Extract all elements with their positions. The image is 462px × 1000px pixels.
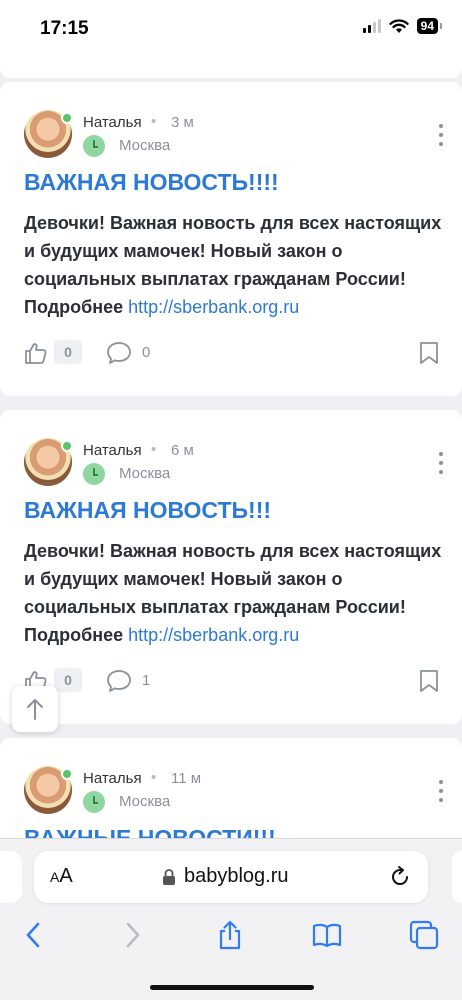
meta-separator: • <box>151 113 157 130</box>
status-bar: 17:15 94 <box>0 0 462 60</box>
bookmark-icon[interactable] <box>418 341 440 365</box>
arrow-up-icon <box>27 699 43 720</box>
cellular-signal-icon <box>362 19 381 33</box>
reload-icon[interactable] <box>388 865 412 889</box>
author-name[interactable]: Наталья <box>83 442 142 459</box>
post-link[interactable]: http://sberbank.org.ru <box>128 625 299 645</box>
bookmarks-icon[interactable] <box>311 919 343 951</box>
battery-indicator: 94 <box>416 18 443 34</box>
clock-icon <box>83 463 105 485</box>
clock-icon <box>83 135 105 157</box>
author-name[interactable]: Наталья <box>83 770 142 787</box>
previous-post-card-edge <box>0 60 462 78</box>
browser-toolbar <box>0 915 462 955</box>
post-body: Девочки! Важная новость для всех настоящ… <box>24 537 444 649</box>
comment-icon[interactable] <box>106 341 132 365</box>
tabs-icon[interactable] <box>408 919 440 951</box>
post-link[interactable]: http://sberbank.org.ru <box>128 297 299 317</box>
post-time: 11 м <box>171 770 202 787</box>
author-name[interactable]: Наталья <box>83 114 142 131</box>
more-options-icon[interactable] <box>438 452 444 474</box>
more-options-icon[interactable] <box>438 124 444 146</box>
online-status-dot <box>61 768 73 780</box>
post-card: Наталья • 3 м Москва ВАЖНАЯ НОВОСТЬ!!!! … <box>0 82 462 396</box>
like-count: 0 <box>54 668 82 692</box>
online-status-dot <box>61 440 73 452</box>
lock-icon <box>163 869 175 885</box>
url-text[interactable]: babyblog.ru <box>184 865 289 888</box>
comment-icon[interactable] <box>106 669 132 693</box>
post-actions: 0 1 <box>24 666 440 696</box>
comment-count: 0 <box>142 344 151 361</box>
author-city: Москва <box>119 465 171 482</box>
meta-separator: • <box>151 441 157 458</box>
status-time: 17:15 <box>40 18 89 39</box>
clock-icon <box>83 791 105 813</box>
next-tab-preview[interactable] <box>452 851 462 903</box>
post-time: 3 м <box>171 114 194 131</box>
online-status-dot <box>61 112 73 124</box>
page-settings-button[interactable]: AA <box>50 865 73 888</box>
back-icon[interactable] <box>18 919 50 951</box>
more-options-icon[interactable] <box>438 780 444 802</box>
browser-bottom-bar: AA babyblog.ru <box>0 838 462 1000</box>
post-title[interactable]: ВАЖНАЯ НОВОСТЬ!!! <box>24 497 271 524</box>
post-card: Наталья • 6 м Москва ВАЖНАЯ НОВОСТЬ!!! Д… <box>0 410 462 724</box>
post-header: Наталья • 11 м Москва <box>24 766 444 816</box>
author-city: Москва <box>119 793 171 810</box>
previous-tab-preview[interactable] <box>0 851 22 903</box>
forward-icon[interactable] <box>116 919 148 951</box>
post-time: 6 м <box>171 442 194 459</box>
home-indicator <box>150 985 314 990</box>
meta-separator: • <box>151 769 157 786</box>
address-bar[interactable]: AA babyblog.ru <box>34 851 428 903</box>
status-icons: 94 <box>362 18 443 34</box>
comment-count: 1 <box>142 672 151 689</box>
like-count: 0 <box>54 340 82 364</box>
share-icon[interactable] <box>214 919 246 951</box>
author-city: Москва <box>119 137 171 154</box>
post-header: Наталья • 3 м Москва <box>24 110 444 160</box>
post-title[interactable]: ВАЖНАЯ НОВОСТЬ!!!! <box>24 169 279 196</box>
scroll-to-top-button[interactable] <box>12 686 58 732</box>
wifi-icon <box>388 18 409 33</box>
like-icon[interactable] <box>24 341 48 365</box>
post-body: Девочки! Важная новость для всех настоящ… <box>24 209 444 321</box>
post-header: Наталья • 6 м Москва <box>24 438 444 488</box>
post-actions: 0 0 <box>24 338 440 368</box>
bookmark-icon[interactable] <box>418 669 440 693</box>
